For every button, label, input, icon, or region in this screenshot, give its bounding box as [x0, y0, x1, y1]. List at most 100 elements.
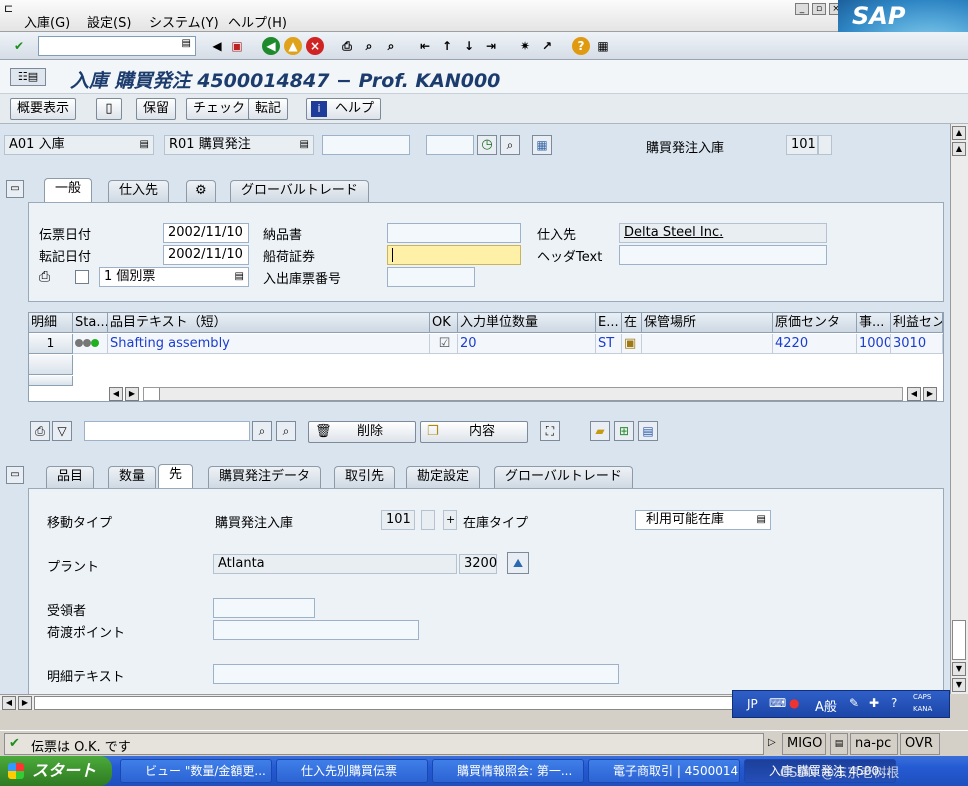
unloading-point-field[interactable]	[213, 620, 419, 640]
shortcut-icon[interactable]: ↗	[538, 37, 556, 55]
back-arrow-icon[interactable]: ◀	[208, 37, 226, 55]
print-slip-icon[interactable]: ⎙	[39, 269, 50, 285]
grid-find-icon[interactable]: ⌕	[252, 421, 272, 441]
tools-icon[interactable]: ✚	[869, 696, 879, 710]
scroll-right-icon[interactable]: ▶	[923, 387, 937, 401]
profit-center-cell[interactable]: 3010	[891, 334, 943, 354]
start-button[interactable]: スタート	[0, 756, 112, 786]
cost-center-cell[interactable]: 4220	[773, 334, 857, 354]
tab-material[interactable]: 品目	[46, 466, 95, 488]
scroll-bottom-icon[interactable]: ▼	[952, 678, 966, 692]
menu-settings[interactable]: 設定(S)	[87, 12, 131, 31]
header-text-field[interactable]	[619, 245, 827, 265]
print-checkbox[interactable]	[75, 270, 89, 284]
help-icon[interactable]: ?	[572, 37, 590, 55]
menu-system[interactable]: システム(Y)	[149, 12, 219, 31]
tab-general[interactable]: 一般	[44, 178, 93, 202]
recipient-field[interactable]	[213, 598, 315, 618]
ime-language[interactable]: JP	[747, 697, 758, 711]
tab-destination[interactable]: 先	[158, 464, 194, 488]
taskbar-item[interactable]: 仕入先別購買伝票	[276, 759, 428, 783]
scroll-left-icon[interactable]: ◀	[2, 696, 16, 710]
first-page-icon[interactable]: ⇤	[416, 37, 434, 55]
execute-icon[interactable]: ◷	[477, 135, 497, 155]
session-icon[interactable]: ▤	[830, 733, 848, 755]
previous-page-icon[interactable]: ↑	[438, 37, 456, 55]
gr-slip-number-field[interactable]	[387, 267, 475, 287]
stock-type-select[interactable]: 利用可能在庫 ▤	[635, 510, 771, 530]
scroll-up-icon[interactable]: ▲	[952, 142, 966, 156]
folder-icon[interactable]: ▰	[590, 421, 610, 441]
hold-button[interactable]: 保留	[136, 98, 177, 120]
plant-address-icon[interactable]: ⛰	[507, 552, 529, 574]
column-header-stock[interactable]: 在	[622, 313, 642, 333]
post-button[interactable]: 転記	[248, 98, 289, 120]
delivery-note-field[interactable]	[387, 223, 521, 243]
column-header-line[interactable]: 明細	[29, 313, 73, 333]
column-header-storage-location[interactable]: 保管場所	[642, 313, 773, 333]
help-button[interactable]: i ヘルプ	[306, 98, 382, 120]
filter-icon[interactable]: ▽	[52, 421, 72, 441]
keyboard-icon[interactable]: ⌨	[769, 696, 786, 710]
scroll-right-icon[interactable]: ▶	[18, 696, 32, 710]
scroll-right-icon[interactable]: ▶	[125, 387, 139, 401]
check-button[interactable]: チェック	[186, 98, 253, 120]
tab-vendor[interactable]: 仕入先	[108, 180, 170, 202]
vertical-scrollbar[interactable]: ▲ ▲ ▼ ▼	[950, 124, 968, 694]
scroll-down-icon[interactable]: ▼	[952, 662, 966, 676]
window-icon[interactable]: ⊏	[4, 2, 13, 15]
business-area-cell[interactable]: 1000	[857, 334, 891, 354]
search-icon[interactable]: ⌕	[500, 135, 520, 155]
tab-po-data[interactable]: 購買発注データ	[208, 466, 322, 488]
add-item-icon[interactable]: ⊞	[614, 421, 634, 441]
restore-icon[interactable]: ▫	[812, 3, 826, 15]
stock-icon[interactable]: ▣	[622, 334, 642, 354]
ime-help-icon[interactable]: ?	[891, 696, 897, 710]
scroll-thumb[interactable]	[952, 620, 966, 660]
document-date-field[interactable]: 2002/11/10	[163, 223, 249, 243]
menu-goods-receipt[interactable]: 入庫(G)	[24, 12, 70, 31]
column-header-cost-center[interactable]: 原価センタ	[773, 313, 857, 333]
action-select[interactable]: A01 入庫 ▤	[4, 135, 154, 155]
material-text-cell[interactable]: Shafting assembly	[108, 334, 430, 354]
enter-icon[interactable]: ✔	[10, 37, 28, 55]
tab-account-assignment[interactable]: 勘定設定	[406, 466, 481, 488]
horizontal-thumb[interactable]	[34, 696, 734, 710]
minimize-icon[interactable]: _	[795, 3, 809, 15]
column-header-quantity[interactable]: 入力単位数量	[458, 313, 596, 333]
last-page-icon[interactable]: ⇥	[482, 37, 500, 55]
tab-partner[interactable]: 取引先	[334, 466, 396, 488]
expand-icon[interactable]: ⛶	[540, 421, 560, 441]
ok-checkbox[interactable]: ☑	[430, 334, 458, 354]
column-header-status[interactable]: Sta...	[73, 313, 108, 333]
tab-global-trade[interactable]: グローバルトレード	[230, 180, 369, 202]
layout-menu-icon[interactable]: ▦	[594, 37, 612, 55]
delete-button[interactable]: 🗑 削除	[308, 421, 416, 443]
scroll-top-icon[interactable]: ▲	[952, 126, 966, 140]
content-button[interactable]: ❐ 内容	[420, 421, 528, 443]
column-header-unit[interactable]: E...	[596, 313, 622, 333]
command-field[interactable]: ▤	[38, 36, 196, 56]
tab-partner-icon[interactable]: ⚙	[186, 180, 216, 202]
grid-settings-icon[interactable]: ▦	[532, 135, 552, 155]
tab-quantity[interactable]: 数量	[108, 466, 157, 488]
item-text-field[interactable]	[213, 664, 619, 684]
taskbar-item[interactable]: 購買情報照会: 第一...	[432, 759, 584, 783]
next-page-icon[interactable]: ↓	[460, 37, 478, 55]
ime-pad-icon[interactable]: ●	[789, 696, 799, 710]
row-select-button[interactable]	[29, 376, 73, 386]
scroll-left-icon[interactable]: ◀	[109, 387, 123, 401]
quantity-cell[interactable]: 20	[458, 334, 596, 354]
new-document-icon[interactable]: ▯	[96, 98, 122, 120]
horizontal-scrollbar[interactable]	[143, 387, 903, 401]
collapse-header-icon[interactable]: ▭	[6, 180, 24, 198]
collapse-detail-icon[interactable]: ▭	[6, 466, 24, 484]
layout-icon[interactable]: ▤	[638, 421, 658, 441]
document-icon[interactable]: ☷▤	[10, 68, 46, 86]
taskbar-item[interactable]: 電子商取引 | 4500014...	[588, 759, 740, 783]
column-header-material-text[interactable]: 品目テキスト（短）	[108, 313, 430, 333]
scroll-left-icon[interactable]: ◀	[907, 387, 921, 401]
unit-cell[interactable]: ST	[596, 334, 622, 354]
summary-button[interactable]: 概要表示	[10, 98, 77, 120]
movement-indicator-field[interactable]	[818, 135, 832, 155]
